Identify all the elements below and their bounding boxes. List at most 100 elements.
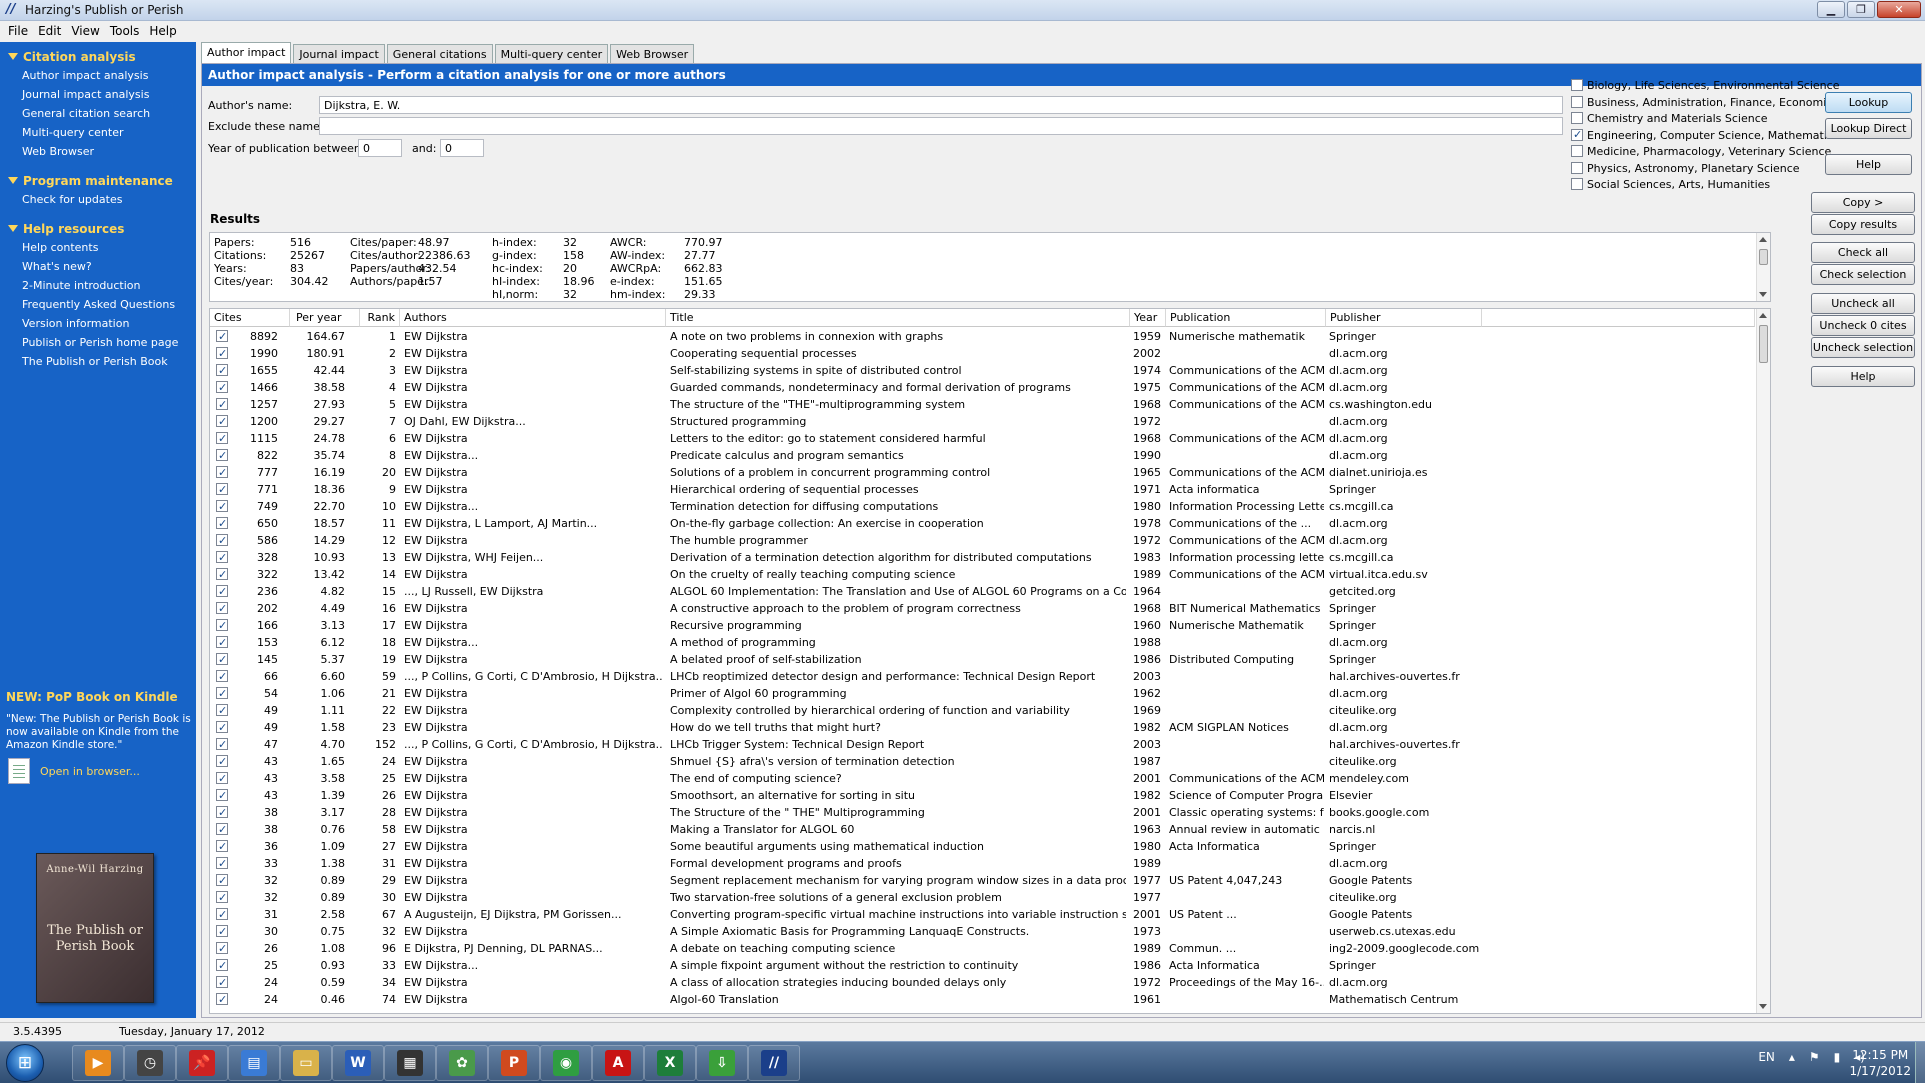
taskbar-publish-or-perish[interactable]: // bbox=[748, 1045, 800, 1081]
row-checkbox[interactable] bbox=[216, 872, 228, 889]
taskbar-calculator[interactable]: ▦ bbox=[384, 1045, 436, 1081]
subject-checkbox[interactable]: Medicine, Pharmacology, Veterinary Scien… bbox=[1571, 144, 1839, 161]
sidebar-item-intro[interactable]: 2-Minute introduction bbox=[0, 276, 196, 295]
row-checkbox[interactable] bbox=[216, 923, 228, 940]
column-header-rank[interactable]: Rank bbox=[360, 309, 400, 327]
sidebar-item-faq[interactable]: Frequently Asked Questions bbox=[0, 295, 196, 314]
row-checkbox[interactable] bbox=[216, 481, 228, 498]
table-row[interactable]: 1257 27.93 5 EW Dijkstra The structure of th… bbox=[210, 396, 1755, 413]
table-row[interactable]: 1200 29.27 7 OJ Dahl, EW Dijkstra... Structu… bbox=[210, 413, 1755, 430]
sidebar-section-header[interactable]: Help resources bbox=[0, 220, 196, 238]
tray-arrow-icon[interactable]: ▴ bbox=[1789, 1050, 1795, 1064]
row-checkbox[interactable] bbox=[216, 583, 228, 600]
sidebar-item-author-impact[interactable]: Author impact analysis bbox=[0, 66, 196, 85]
table-row[interactable]: 36 1.09 27 EW Dijkstra Some beautiful argume… bbox=[210, 838, 1755, 855]
row-checkbox[interactable] bbox=[216, 532, 228, 549]
taskbar-powerpoint[interactable]: P bbox=[488, 1045, 540, 1081]
row-checkbox[interactable] bbox=[216, 634, 228, 651]
column-header-cites[interactable]: Cites bbox=[210, 309, 290, 327]
table-row[interactable]: 771 18.36 9 EW Dijkstra Hierarchical orderin… bbox=[210, 481, 1755, 498]
row-checkbox[interactable] bbox=[216, 702, 228, 719]
column-header-publisher[interactable]: Publisher bbox=[1326, 309, 1482, 327]
table-row[interactable]: 1115 24.78 6 EW Dijkstra Letters to the edit… bbox=[210, 430, 1755, 447]
table-row[interactable]: 43 1.65 24 EW Dijkstra Shmuel {S} afra\'s ve… bbox=[210, 753, 1755, 770]
table-row[interactable]: 43 3.58 25 EW Dijkstra The end of computing … bbox=[210, 770, 1755, 787]
subject-checkbox[interactable]: Biology, Life Sciences, Environmental Sc… bbox=[1571, 78, 1839, 95]
table-row[interactable]: 33 1.38 31 EW Dijkstra Formal development pr… bbox=[210, 855, 1755, 872]
book-cover-image[interactable]: Anne-Wil Harzing The Publish or Perish B… bbox=[36, 853, 154, 1003]
row-checkbox[interactable] bbox=[216, 566, 228, 583]
tab-author-impact[interactable]: Author impact bbox=[201, 42, 292, 63]
sidebar-item-book[interactable]: The Publish or Perish Book bbox=[0, 352, 196, 371]
table-row[interactable]: 236 4.82 15 ..., LJ Russell, EW Dijkstra ALG… bbox=[210, 583, 1755, 600]
row-checkbox[interactable] bbox=[216, 974, 228, 991]
exclude-names-input[interactable] bbox=[319, 117, 1563, 135]
table-row[interactable]: 202 4.49 16 EW Dijkstra A constructive appro… bbox=[210, 600, 1755, 617]
row-checkbox[interactable] bbox=[216, 328, 228, 345]
row-checkbox[interactable] bbox=[216, 889, 228, 906]
table-row[interactable]: 822 35.74 8 EW Dijkstra... Predicate calculu… bbox=[210, 447, 1755, 464]
row-checkbox[interactable] bbox=[216, 804, 228, 821]
subject-checkbox[interactable]: Social Sciences, Arts, Humanities bbox=[1571, 177, 1839, 194]
row-checkbox[interactable] bbox=[216, 498, 228, 515]
table-row[interactable]: 749 22.70 10 EW Dijkstra... Termination dete… bbox=[210, 498, 1755, 515]
row-checkbox[interactable] bbox=[216, 736, 228, 753]
table-row[interactable]: 30 0.75 32 EW Dijkstra A Simple Axiomatic Ba… bbox=[210, 923, 1755, 940]
table-row[interactable]: 38 0.76 58 EW Dijkstra Making a Translator f… bbox=[210, 821, 1755, 838]
year-from-input[interactable]: 0 bbox=[358, 139, 402, 157]
table-row[interactable]: 145 5.37 19 EW Dijkstra A belated proof of s… bbox=[210, 651, 1755, 668]
taskbar-explorer[interactable]: ▭ bbox=[280, 1045, 332, 1081]
row-checkbox[interactable] bbox=[216, 753, 228, 770]
row-checkbox[interactable] bbox=[216, 430, 228, 447]
close-button[interactable]: ✕ bbox=[1877, 1, 1921, 18]
uncheck-zero-cites-button[interactable]: Uncheck 0 cites bbox=[1811, 315, 1915, 336]
table-scrollbar[interactable] bbox=[1756, 309, 1770, 1013]
sidebar-section-header[interactable]: Program maintenance bbox=[0, 172, 196, 190]
row-checkbox[interactable] bbox=[216, 668, 228, 685]
table-row[interactable]: 8892 164.67 1 EW Dijkstra A note on two prob… bbox=[210, 328, 1755, 345]
minimize-button[interactable]: ▁ bbox=[1817, 1, 1845, 18]
table-row[interactable]: 1990 180.91 2 EW Dijkstra Cooperating sequen… bbox=[210, 345, 1755, 362]
row-checkbox[interactable] bbox=[216, 787, 228, 804]
row-checkbox[interactable] bbox=[216, 549, 228, 566]
table-row[interactable]: 43 1.39 26 EW Dijkstra Smoothsort, an altern… bbox=[210, 787, 1755, 804]
taskbar-clock-app[interactable]: ◷ bbox=[124, 1045, 176, 1081]
table-row[interactable]: 49 1.11 22 EW Dijkstra Complexity controlled… bbox=[210, 702, 1755, 719]
taskbar-downloader[interactable]: ⇩ bbox=[696, 1045, 748, 1081]
scroll-down-arrow-icon[interactable] bbox=[1759, 292, 1767, 297]
subject-checkbox[interactable]: Chemistry and Materials Science bbox=[1571, 111, 1839, 128]
taskbar-word[interactable]: W bbox=[332, 1045, 384, 1081]
column-header-per-year[interactable]: Per year bbox=[290, 309, 360, 327]
table-row[interactable]: 777 16.19 20 EW Dijkstra Solutions of a prob… bbox=[210, 464, 1755, 481]
row-checkbox[interactable] bbox=[216, 447, 228, 464]
table-row[interactable]: 322 13.42 14 EW Dijkstra On the cruelty of r… bbox=[210, 566, 1755, 583]
sidebar-item-web-browser[interactable]: Web Browser bbox=[0, 142, 196, 161]
scroll-up-arrow-icon[interactable] bbox=[1759, 313, 1767, 318]
table-row[interactable]: 328 10.93 13 EW Dijkstra, WHJ Feijen... Deri… bbox=[210, 549, 1755, 566]
table-row[interactable]: 650 18.57 11 EW Dijkstra, L Lamport, AJ Mar… bbox=[210, 515, 1755, 532]
tab-multi-query[interactable]: Multi-query center bbox=[494, 44, 609, 63]
sidebar-item-whats-new[interactable]: What's new? bbox=[0, 257, 196, 276]
row-checkbox[interactable] bbox=[216, 719, 228, 736]
table-row[interactable]: 24 0.59 34 EW Dijkstra A class of allocation… bbox=[210, 974, 1755, 991]
row-checkbox[interactable] bbox=[216, 345, 228, 362]
check-selection-button[interactable]: Check selection bbox=[1811, 264, 1915, 285]
table-row[interactable]: 32 0.89 30 EW Dijkstra Two starvation-free s… bbox=[210, 889, 1755, 906]
table-row[interactable]: 1466 38.58 4 EW Dijkstra Guarded commands, n… bbox=[210, 379, 1755, 396]
table-row[interactable]: 586 14.29 12 EW Dijkstra The humble programm… bbox=[210, 532, 1755, 549]
year-to-input[interactable]: 0 bbox=[440, 139, 484, 157]
subject-checkbox[interactable]: Business, Administration, Finance, Econo… bbox=[1571, 95, 1839, 112]
check-all-button[interactable]: Check all bbox=[1811, 242, 1915, 263]
sidebar-item-journal-impact[interactable]: Journal impact analysis bbox=[0, 85, 196, 104]
row-checkbox[interactable] bbox=[216, 617, 228, 634]
taskbar-people-app[interactable]: ✿ bbox=[436, 1045, 488, 1081]
lookup-button[interactable]: Lookup bbox=[1825, 92, 1912, 113]
column-header-year[interactable]: Year bbox=[1130, 309, 1166, 327]
menu-tools[interactable]: Tools bbox=[108, 21, 148, 41]
row-checkbox[interactable] bbox=[216, 413, 228, 430]
uncheck-all-button[interactable]: Uncheck all bbox=[1811, 293, 1915, 314]
table-row[interactable]: 25 0.93 33 EW Dijkstra... A simple fixpoint … bbox=[210, 957, 1755, 974]
author-name-input[interactable]: Dijkstra, E. W. bbox=[319, 96, 1563, 114]
help-button[interactable]: Help bbox=[1825, 154, 1912, 175]
subject-checkbox[interactable]: Physics, Astronomy, Planetary Science bbox=[1571, 161, 1839, 178]
